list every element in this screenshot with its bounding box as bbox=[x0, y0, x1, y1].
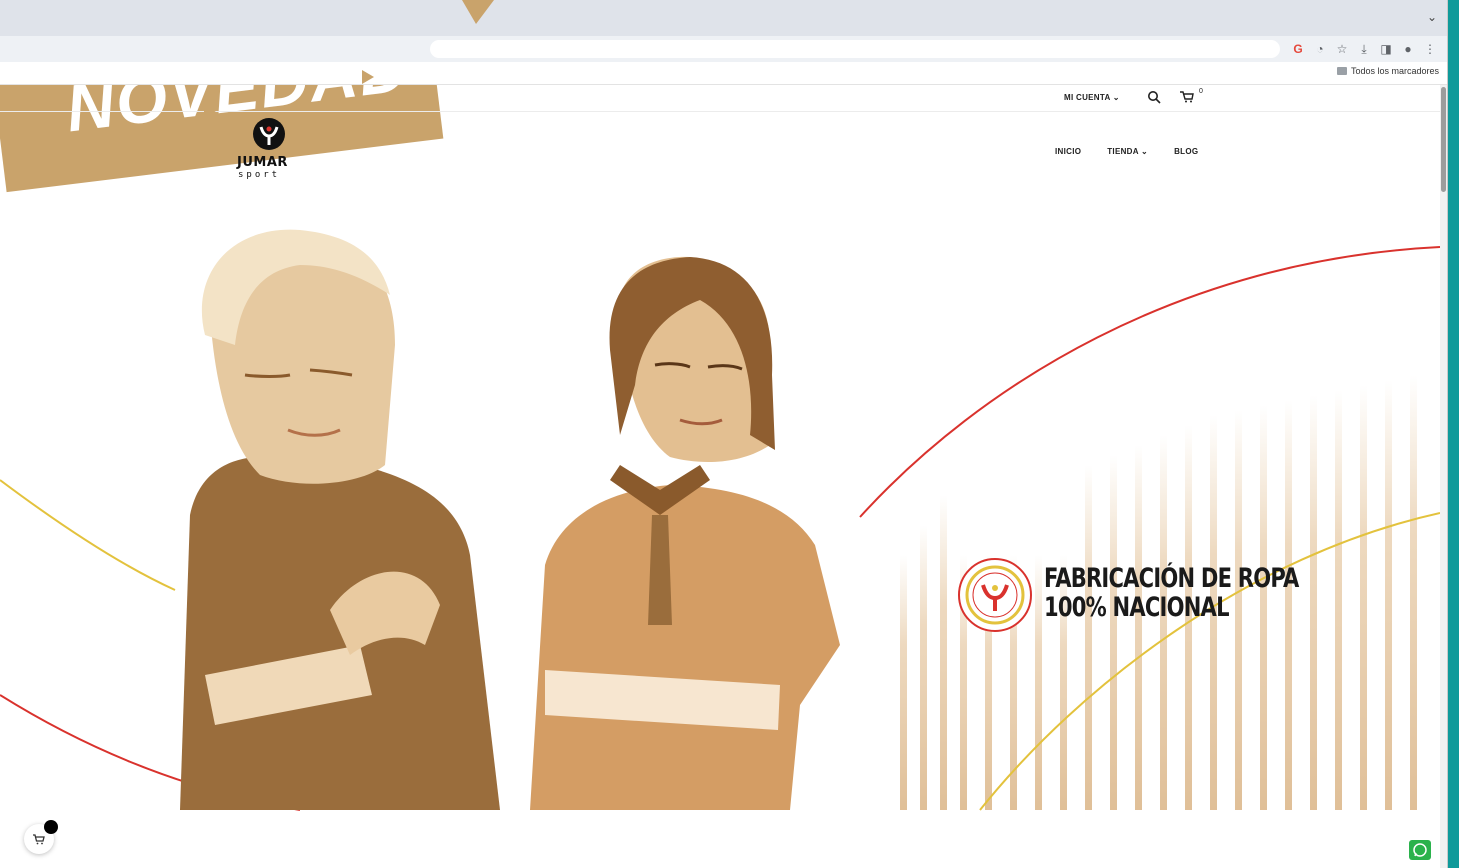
all-bookmarks-label: Todos los marcadores bbox=[1350, 66, 1439, 76]
web-page: NOVEDAD MI CUENTA ⌄ 0 JUMAR sport INICIO… bbox=[0, 85, 1440, 868]
sidepanel-icon[interactable]: ◨ bbox=[1379, 40, 1393, 58]
all-bookmarks-button[interactable]: Todos los marcadores bbox=[1336, 66, 1439, 76]
page-scrollbar[interactable] bbox=[1440, 85, 1447, 868]
model-right-photo bbox=[530, 256, 840, 810]
model-left-photo bbox=[180, 229, 500, 810]
hero-headline: FABRICACIÓN DE ROPA 100% NACIONAL bbox=[1044, 564, 1299, 622]
hero-headline-line2: 100% NACIONAL bbox=[1044, 592, 1230, 623]
folder-icon bbox=[1336, 67, 1347, 75]
cart-icon[interactable] bbox=[1180, 91, 1194, 103]
toolbar-icons: G ◔ ☆ ⤓ ◨ ● ⋮ bbox=[1291, 40, 1437, 58]
hero-headline-line1: FABRICACIÓN DE ROPA bbox=[1044, 563, 1299, 594]
whatsapp-icon bbox=[1413, 843, 1427, 857]
bookmarks-bar: Todos los marcadores bbox=[0, 62, 1447, 85]
account-menu[interactable]: MI CUENTA ⌄ bbox=[1064, 93, 1120, 102]
made-in-spain-seal-icon bbox=[958, 558, 1032, 632]
cursor-pointer-icon bbox=[204, 104, 216, 120]
logo-mark-icon bbox=[253, 118, 285, 150]
cart-count-badge: 0 bbox=[1199, 88, 1203, 95]
star-icon[interactable]: ☆ bbox=[1335, 40, 1349, 58]
extension-icon[interactable]: ◔ bbox=[1313, 40, 1327, 58]
google-icon[interactable]: G bbox=[1291, 40, 1305, 58]
logo-subtitle: sport bbox=[238, 170, 281, 180]
tab-strip: ⌄ bbox=[0, 0, 1447, 36]
menu-icon[interactable]: ⋮ bbox=[1423, 40, 1437, 58]
logo-wordmark: JUMAR bbox=[237, 155, 288, 170]
browser-toolbar: G ◔ ☆ ⤓ ◨ ● ⋮ bbox=[0, 36, 1447, 62]
floating-cart-badge bbox=[44, 820, 58, 834]
nav-item-blog[interactable]: BLOG bbox=[1174, 147, 1198, 156]
yellow-curve-left bbox=[0, 479, 176, 591]
nav-item-tienda[interactable]: TIENDA ⌄ bbox=[1107, 147, 1148, 156]
search-icon[interactable] bbox=[1147, 90, 1161, 104]
red-curve-right bbox=[859, 246, 1440, 518]
scrollbar-thumb[interactable] bbox=[1441, 87, 1446, 192]
tab-search-chevron-icon[interactable]: ⌄ bbox=[1427, 10, 1437, 24]
hero-graphic bbox=[0, 229, 1440, 811]
download-icon[interactable]: ⤓ bbox=[1357, 40, 1371, 58]
site-topbar: MI CUENTA ⌄ 0 bbox=[0, 85, 1440, 112]
main-navigation: INICIO TIENDA ⌄ BLOG bbox=[1055, 147, 1198, 156]
address-bar[interactable] bbox=[430, 40, 1280, 58]
site-logo[interactable]: JUMAR sport bbox=[234, 118, 312, 186]
whatsapp-button[interactable] bbox=[1409, 840, 1431, 860]
cursor-pointer-icon bbox=[462, 0, 494, 24]
profile-icon[interactable]: ● bbox=[1401, 40, 1415, 58]
nav-item-inicio[interactable]: INICIO bbox=[1055, 147, 1081, 156]
cursor-pointer-icon bbox=[362, 70, 374, 84]
